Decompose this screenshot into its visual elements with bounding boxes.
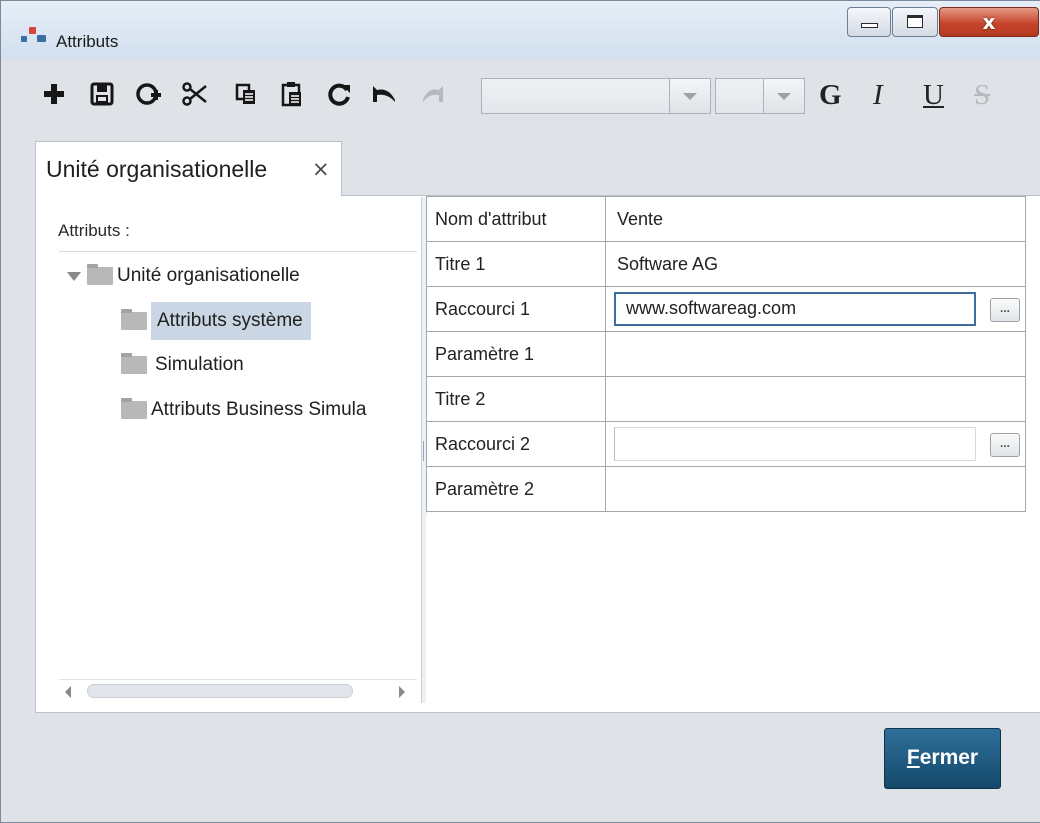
attribute-value[interactable] [605, 466, 1026, 512]
attribute-value-cell: www.softwareag.com ... [605, 286, 1026, 332]
strikethrough-button: S [974, 79, 991, 111]
minimize-icon [861, 23, 878, 28]
tree-node-simulation[interactable]: Simulation [121, 347, 244, 383]
folder-icon [121, 353, 147, 374]
folder-icon [121, 398, 147, 419]
tab-close-icon[interactable]: × [312, 157, 330, 181]
tree-node-label: Attributs système [151, 302, 311, 340]
attributs-dialog: Attributs x G I U S Unité organisationel… [0, 0, 1040, 823]
table-row[interactable]: Titre 1 Software AG [426, 241, 1026, 287]
fermer-button[interactable]: Fermer [884, 728, 1001, 789]
attribute-value[interactable] [605, 376, 1026, 422]
tree-node-attributs-systeme[interactable]: Attributs système [121, 302, 311, 340]
toolbar: G I U S [1, 59, 1040, 133]
button-label: ermer [919, 746, 979, 769]
attribute-name: Paramètre 2 [426, 466, 606, 512]
attribute-value[interactable]: Software AG [605, 241, 1026, 287]
underline-button[interactable]: U [923, 79, 944, 112]
attribute-name: Titre 1 [426, 241, 606, 287]
undo-icon[interactable] [369, 77, 399, 111]
new-attribute-icon[interactable] [134, 77, 164, 111]
italic-button[interactable]: I [873, 79, 883, 112]
window-title: Attributs [56, 32, 119, 51]
tab-label: Unité organisationelle [46, 156, 268, 182]
title-bar[interactable]: Attributs x [1, 1, 1040, 60]
bold-button[interactable]: G [819, 79, 842, 112]
expand-triangle-icon[interactable] [67, 271, 81, 281]
table-row[interactable]: Raccourci 2 ... [426, 421, 1026, 467]
tree-node-label: Simulation [155, 354, 244, 375]
tab-unite-organisationelle[interactable]: Unité organisationelle × [35, 141, 342, 196]
attribute-name: Paramètre 1 [426, 331, 606, 377]
cut-icon[interactable] [180, 77, 210, 111]
save-icon[interactable] [87, 77, 117, 111]
table-empty-area [426, 516, 1036, 703]
attribute-name: Nom d'attribut [426, 196, 606, 242]
shortcut-1-input[interactable]: www.softwareag.com [614, 292, 976, 326]
tree-node-unite-organisationelle[interactable]: Unité organisationelle [67, 258, 300, 294]
splitter-grip[interactable] [423, 441, 424, 461]
attribute-name: Raccourci 1 [426, 286, 606, 332]
shortcut-2-input[interactable] [614, 427, 976, 461]
font-family-combo[interactable] [481, 78, 711, 114]
scroll-thumb[interactable] [87, 684, 353, 698]
horizontal-scrollbar[interactable] [59, 679, 417, 704]
minimize-button[interactable] [847, 7, 891, 37]
redo-icon[interactable] [324, 77, 354, 111]
repeat-icon [418, 77, 448, 111]
attributes-label: Attributs : [58, 221, 130, 240]
tree-node-label: Attributs Business Simula [151, 399, 367, 420]
close-icon: x [982, 10, 996, 34]
attribute-value[interactable] [605, 331, 1026, 377]
chevron-down-icon[interactable] [763, 79, 804, 113]
table-row[interactable]: Raccourci 1 www.softwareag.com ... [426, 286, 1026, 332]
table-row[interactable]: Paramètre 2 [426, 466, 1026, 512]
maximize-button[interactable] [892, 7, 938, 37]
mnemonic-letter: F [906, 746, 920, 769]
table-row[interactable]: Titre 2 [426, 376, 1026, 422]
attribute-value[interactable]: Vente [605, 196, 1026, 242]
maximize-icon [907, 15, 923, 28]
folder-icon [87, 264, 113, 285]
paste-icon[interactable] [277, 77, 307, 111]
tree-node-label: Unité organisationelle [117, 265, 300, 286]
tree-node-attributs-business-simula[interactable]: Attributs Business Simula [121, 392, 417, 428]
app-icon [21, 25, 47, 43]
add-icon[interactable] [39, 77, 69, 111]
scroll-left-icon[interactable] [65, 686, 71, 698]
font-size-combo[interactable] [715, 78, 805, 114]
browse-button[interactable]: ... [990, 433, 1020, 457]
chevron-down-icon[interactable] [669, 79, 710, 113]
attribute-value-cell: ... [605, 421, 1026, 467]
folder-icon [121, 309, 147, 330]
attribute-table: Nom d'attribut Vente Titre 1 Software AG… [426, 196, 1026, 512]
table-row[interactable]: Nom d'attribut Vente [426, 196, 1026, 242]
attribute-name: Titre 2 [426, 376, 606, 422]
attribute-name: Raccourci 2 [426, 421, 606, 467]
copy-icon[interactable] [231, 77, 261, 111]
window-close-button[interactable]: x [939, 7, 1039, 37]
scroll-right-icon[interactable] [399, 686, 405, 698]
table-row[interactable]: Paramètre 1 [426, 331, 1026, 377]
browse-button[interactable]: ... [990, 298, 1020, 322]
